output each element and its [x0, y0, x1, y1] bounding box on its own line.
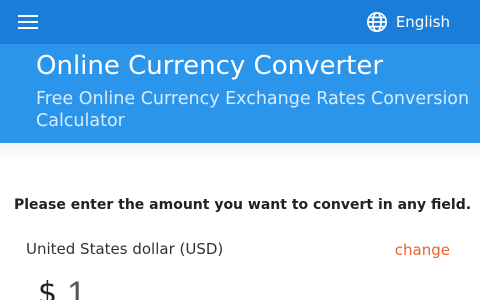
section-divider — [0, 143, 480, 159]
hamburger-menu-icon[interactable] — [16, 13, 40, 31]
globe-icon — [366, 11, 388, 33]
page-title: Online Currency Converter — [36, 51, 384, 81]
converter-instruction: Please enter the amount you want to conv… — [14, 197, 472, 213]
language-label: English — [395, 13, 450, 31]
currency-symbol: $ — [38, 276, 58, 300]
language-selector[interactable]: English — [366, 10, 450, 34]
top-app-bar: English — [0, 0, 480, 44]
change-currency-link[interactable]: change — [395, 241, 450, 259]
amount-row: $ — [38, 274, 448, 300]
page-subtitle: Free Online Currency Exchange Rates Conv… — [36, 89, 470, 131]
amount-input[interactable] — [67, 274, 448, 300]
currency-name-label: United States dollar (USD) — [26, 240, 224, 258]
hero-banner: Online Currency Converter Free Online Cu… — [0, 44, 480, 143]
